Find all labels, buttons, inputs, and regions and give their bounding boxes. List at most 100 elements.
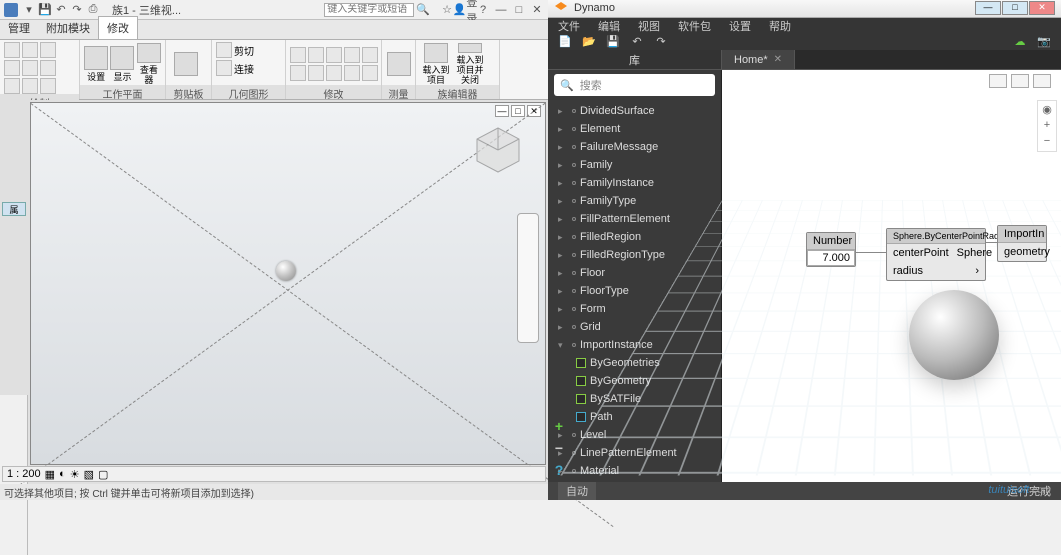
shadows-icon[interactable]: ▧ [84,468,94,481]
load-into-project-button[interactable]: 载入到 项目 [420,43,452,85]
show-plane-button[interactable]: 显示 [110,43,134,85]
scale-icon[interactable] [344,65,360,81]
canvas-nav-icon[interactable] [1011,74,1029,88]
print-icon[interactable]: ⎙ [86,3,100,17]
canvas-nav-icon[interactable] [989,74,1007,88]
line-icon[interactable] [4,42,20,58]
visual-style-icon[interactable]: ◐ [59,468,66,480]
expand-icon[interactable]: ▸ [558,124,568,135]
canvas-nav-icon[interactable] [1033,74,1051,88]
sun-path-icon[interactable]: ☀ [70,468,80,481]
menu-edit[interactable]: 编辑 [598,18,620,34]
open-icon[interactable]: ▾ [22,3,36,17]
close-tab-icon[interactable]: ✕ [774,54,782,65]
pick-icon[interactable] [22,78,38,94]
zoom-reset-icon[interactable]: ◉ [1040,103,1054,117]
tab-addins[interactable]: 附加模块 [38,17,98,39]
detail-level-icon[interactable]: ▦ [45,468,55,481]
expand-icon[interactable]: ▸ [558,250,568,261]
align-icon[interactable] [290,65,306,81]
view-cube[interactable] [471,123,525,177]
expand-icon[interactable]: ▾ [558,340,568,351]
zoom-out-icon[interactable]: − [1040,135,1054,149]
open-file-icon[interactable]: 📂 [582,35,596,49]
zoom-in-icon[interactable]: + [1040,119,1054,133]
copy-icon[interactable] [308,47,324,63]
undo-icon[interactable]: ↶ [630,35,644,49]
set-plane-button[interactable]: 设置 [84,43,108,85]
ellipse-icon[interactable] [4,78,20,94]
expand-icon[interactable]: ▸ [558,322,568,333]
3d-viewport[interactable]: —□✕ [30,102,546,465]
tab-modify[interactable]: 修改 [98,16,138,39]
menu-packages[interactable]: 软件包 [678,18,711,34]
tree-item-family[interactable]: ▸Family [548,156,721,174]
snapshot-icon[interactable]: 📷 [1037,35,1051,49]
expand-icon[interactable]: ▸ [558,160,568,171]
save-file-icon[interactable]: 💾 [606,35,620,49]
export-image-icon[interactable]: ☁ [1013,35,1027,49]
expand-icon[interactable]: ▸ [558,268,568,279]
tree-item-element[interactable]: ▸Element [548,120,721,138]
menu-file[interactable]: 文件 [558,18,580,34]
expand-icon[interactable]: ▸ [558,286,568,297]
save-icon[interactable]: 💾 [38,3,52,17]
expand-icon[interactable]: ▸ [558,304,568,315]
properties-palette-tab[interactable]: 属 [2,202,26,216]
view-min-icon[interactable]: — [495,105,509,117]
menu-settings[interactable]: 设置 [729,18,751,34]
library-search[interactable]: 🔍 搜索 [554,74,715,96]
move-icon[interactable] [290,47,306,63]
tree-item-dividedsurface[interactable]: ▸DividedSurface [548,102,721,120]
trim-icon[interactable] [40,78,56,94]
spline-icon[interactable] [40,60,56,76]
window-minimize-button[interactable]: — [975,1,1001,15]
array-icon[interactable] [326,65,342,81]
window-close-button[interactable]: ✕ [1029,1,1055,15]
tree-item-failuremessage[interactable]: ▸FailureMessage [548,138,721,156]
expand-icon[interactable]: ▸ [558,106,568,117]
undo-icon[interactable]: ↶ [54,3,68,17]
close-icon[interactable]: ✕ [530,3,544,17]
navigation-bar[interactable] [517,213,539,343]
tab-library[interactable]: 库 [548,50,722,69]
paste-button[interactable] [170,43,202,85]
menu-help[interactable]: 帮助 [769,18,791,34]
node-number[interactable]: Number 7.000 [806,232,856,267]
number-value[interactable]: 7.000 [807,250,855,266]
circle-icon[interactable] [40,42,56,58]
load-into-project-close-button[interactable]: 载入到 项目并关闭 [454,43,486,85]
mirror-icon[interactable] [344,47,360,63]
run-mode-selector[interactable]: 自动 [558,482,596,500]
viewer-button[interactable]: 查看器 [137,43,161,85]
help-icon[interactable]: ? [476,3,490,17]
view-max-icon[interactable]: □ [511,105,525,117]
poly-icon[interactable] [22,60,38,76]
search-icon[interactable]: 🔍 [416,3,430,16]
maximize-icon[interactable]: □ [512,3,526,17]
rect-icon[interactable] [4,60,20,76]
help-search-input[interactable] [324,3,414,17]
tree-item-fillpatternelement[interactable]: ▸FillPatternElement [548,210,721,228]
expand-icon[interactable]: ▸ [558,196,568,207]
node-sphere[interactable]: Sphere.ByCenterPointRadius centerPointSp… [886,228,986,281]
expand-icon[interactable]: ▸ [558,178,568,189]
expand-icon[interactable]: ▸ [558,214,568,225]
rotate-icon[interactable] [326,47,342,63]
tree-item-familytype[interactable]: ▸FamilyType [548,192,721,210]
login-button[interactable]: 👤登录 [458,3,472,17]
tree-item-familyinstance[interactable]: ▸FamilyInstance [548,174,721,192]
expand-icon[interactable]: ▸ [558,142,568,153]
minimize-icon[interactable]: — [494,3,508,17]
tab-home[interactable]: Home*✕ [722,50,795,69]
scale-label[interactable]: 1 : 200 [7,468,41,480]
pin-icon[interactable] [362,65,378,81]
dynamo-canvas[interactable]: ◉ + − Number 7.000 Sphere.ByCenterPointR… [722,70,1061,482]
crop-icon[interactable]: ▢ [98,468,108,481]
add-icon[interactable]: + [552,418,566,432]
offset-icon[interactable] [362,47,378,63]
minus-icon[interactable]: − [552,440,566,454]
expand-icon[interactable]: ▸ [558,232,568,243]
join-icon[interactable] [216,60,232,76]
tab-manage[interactable]: 管理 [0,17,38,39]
